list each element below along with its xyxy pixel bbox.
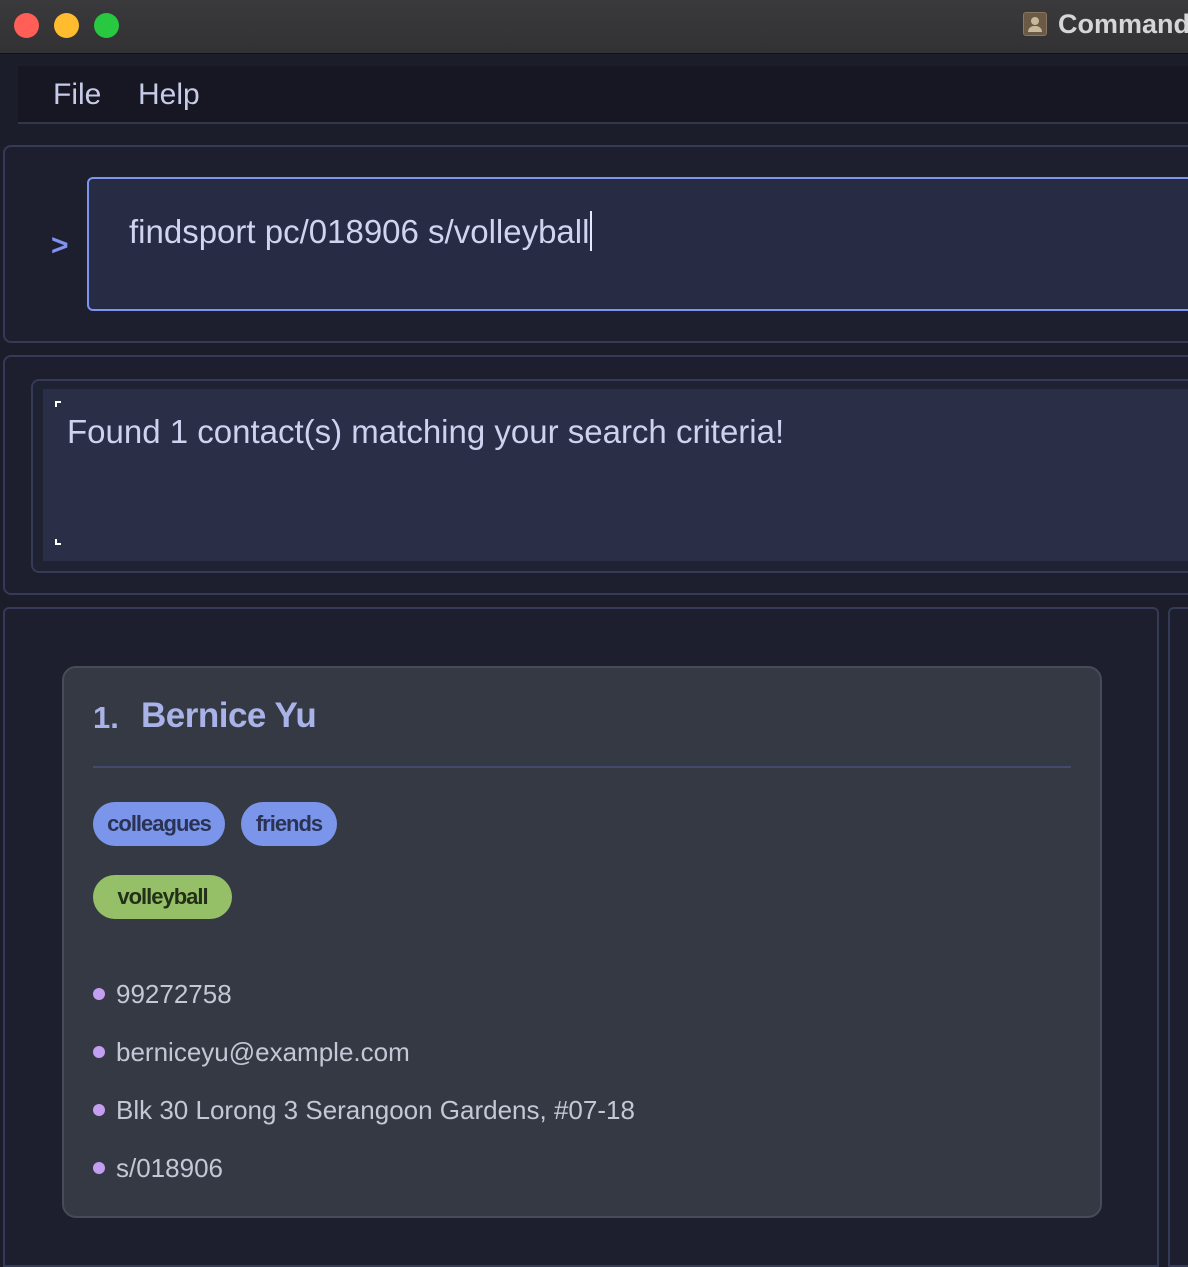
secondary-panel bbox=[1168, 607, 1188, 1267]
contact-list-panel: 1. Bernice Yu colleagues friends volleyb… bbox=[3, 607, 1159, 1267]
selection-corner-bottom bbox=[55, 539, 61, 545]
contact-address-value: Blk 30 Lorong 3 Serangoon Gardens, #07-1… bbox=[116, 1095, 635, 1125]
bullet-icon bbox=[93, 1046, 105, 1058]
contact-phone-value: 99272758 bbox=[116, 979, 232, 1009]
bullet-icon bbox=[93, 988, 105, 1000]
menu-help[interactable]: Help bbox=[138, 78, 200, 112]
command-input[interactable]: findsport pc/018906 s/volleyball bbox=[87, 177, 1188, 311]
bullet-icon bbox=[93, 1162, 105, 1174]
bullet-icon bbox=[93, 1104, 105, 1116]
menu-file[interactable]: File bbox=[53, 78, 101, 112]
result-panel: Found 1 contact(s) matching your search … bbox=[3, 355, 1188, 595]
sport-tag-volleyball: volleyball bbox=[93, 875, 232, 919]
contact-card[interactable]: 1. Bernice Yu colleagues friends volleyb… bbox=[62, 666, 1102, 1218]
minimize-window-button[interactable] bbox=[54, 13, 79, 38]
selection-corner-top bbox=[55, 401, 61, 407]
zoom-window-button[interactable] bbox=[94, 13, 119, 38]
contact-phone: 99272758 bbox=[93, 979, 232, 1010]
text-caret bbox=[590, 211, 593, 251]
contact-index: 1. bbox=[93, 700, 119, 735]
tag-colleagues: colleagues bbox=[93, 802, 225, 846]
command-panel: > findsport pc/018906 s/volleyball bbox=[3, 145, 1188, 343]
contact-postal-sport-value: s/018906 bbox=[116, 1153, 223, 1183]
close-window-button[interactable] bbox=[14, 13, 39, 38]
result-display: Found 1 contact(s) matching your search … bbox=[31, 379, 1188, 573]
prompt-chevron-icon: > bbox=[51, 229, 69, 262]
contact-postal-sport: s/018906 bbox=[93, 1153, 223, 1184]
contact-email-value: berniceyu@example.com bbox=[116, 1037, 410, 1067]
contact-name: Bernice Yu bbox=[141, 696, 317, 735]
contact-book-icon bbox=[1023, 12, 1047, 36]
menu-bar: File Help bbox=[18, 66, 1188, 124]
card-divider bbox=[93, 766, 1071, 768]
window-title: Command bbox=[1058, 9, 1188, 39]
title-bar: Command bbox=[0, 0, 1188, 54]
tag-friends: friends bbox=[241, 802, 337, 846]
result-message: Found 1 contact(s) matching your search … bbox=[67, 413, 785, 450]
contact-address: Blk 30 Lorong 3 Serangoon Gardens, #07-1… bbox=[93, 1095, 635, 1126]
contact-email: berniceyu@example.com bbox=[93, 1037, 410, 1068]
result-text-area[interactable]: Found 1 contact(s) matching your search … bbox=[43, 389, 1188, 561]
command-input-text: findsport pc/018906 s/volleyball bbox=[129, 213, 590, 250]
